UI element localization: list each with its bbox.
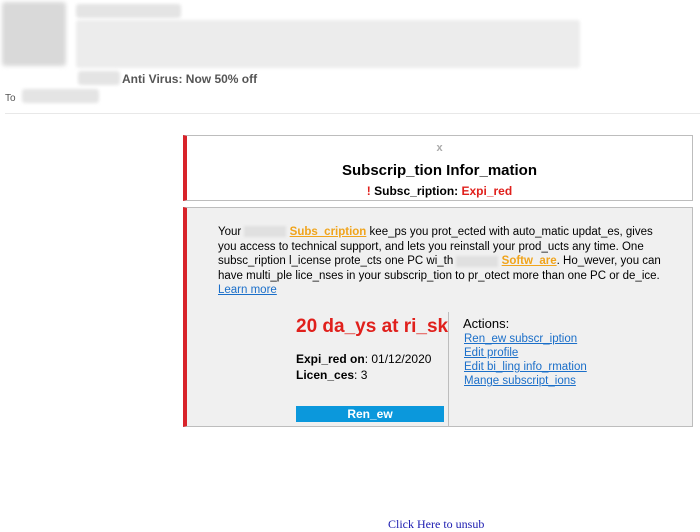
recipient-redacted: [22, 89, 99, 103]
sender-avatar: [2, 2, 66, 66]
learn-more-link[interactable]: Learn more: [218, 284, 277, 296]
unsubscribe-link[interactable]: Click Here to unsub: [388, 517, 484, 532]
subscription-description: Your Subs_cription kee_ps you prot_ected…: [218, 225, 668, 298]
renew-subscription-link[interactable]: Ren_ew subscr_iption: [464, 332, 587, 346]
sender-name-redacted: [76, 4, 181, 18]
manage-subscriptions-link[interactable]: Mange subscript_ions: [464, 374, 587, 388]
days-at-risk: 20 da_ys at ri_sk: [296, 316, 449, 337]
licences-label: Licen_ces: [296, 368, 355, 382]
expired-date: : 01/12/2020: [364, 352, 432, 366]
para-text-1: Your: [218, 226, 242, 238]
licences-value: : 3: [354, 368, 368, 382]
status-value: Expi_red: [461, 184, 513, 198]
actions-list: Ren_ew subscr_iption Edit profile Edit b…: [464, 332, 587, 388]
column-divider: [448, 312, 449, 426]
email-subject: Anti Virus: Now 50% off: [122, 72, 258, 86]
renew-button[interactable]: Ren_ew: [296, 406, 444, 422]
message-preview-redacted: [76, 20, 580, 68]
status-label: Subsc_ription:: [374, 184, 459, 198]
actions-heading: Actions:: [463, 316, 510, 331]
software-link[interactable]: Softw_are: [502, 255, 557, 267]
warning-icon: !: [366, 184, 371, 198]
subscription-title: Subscrip_tion Infor_mation: [341, 162, 537, 179]
to-label: To: [5, 93, 16, 104]
expired-on: Expi_red on: 01/12/2020: [296, 352, 431, 366]
licences: Licen_ces: 3: [296, 368, 367, 382]
subscription-status: ! Subsc_ription: Expi_red: [187, 184, 692, 198]
vendor-name-redacted: [456, 255, 499, 267]
subject-prefix-redacted: [78, 71, 120, 85]
close-icon[interactable]: x: [187, 142, 692, 154]
product-name-redacted: [244, 226, 287, 238]
edit-profile-link[interactable]: Edit profile: [464, 346, 587, 360]
subscription-details-card: Your Subs_cription kee_ps you prot_ected…: [183, 207, 693, 427]
subscription-info-card: x Subscrip_tion Infor_mation ! Subsc_rip…: [183, 135, 693, 201]
header-divider: [5, 113, 700, 114]
expired-label: Expi_red on: [296, 352, 365, 366]
edit-billing-link[interactable]: Edit bi_ling info_rmation: [464, 360, 587, 374]
subscription-link[interactable]: Subs_cription: [290, 226, 367, 238]
